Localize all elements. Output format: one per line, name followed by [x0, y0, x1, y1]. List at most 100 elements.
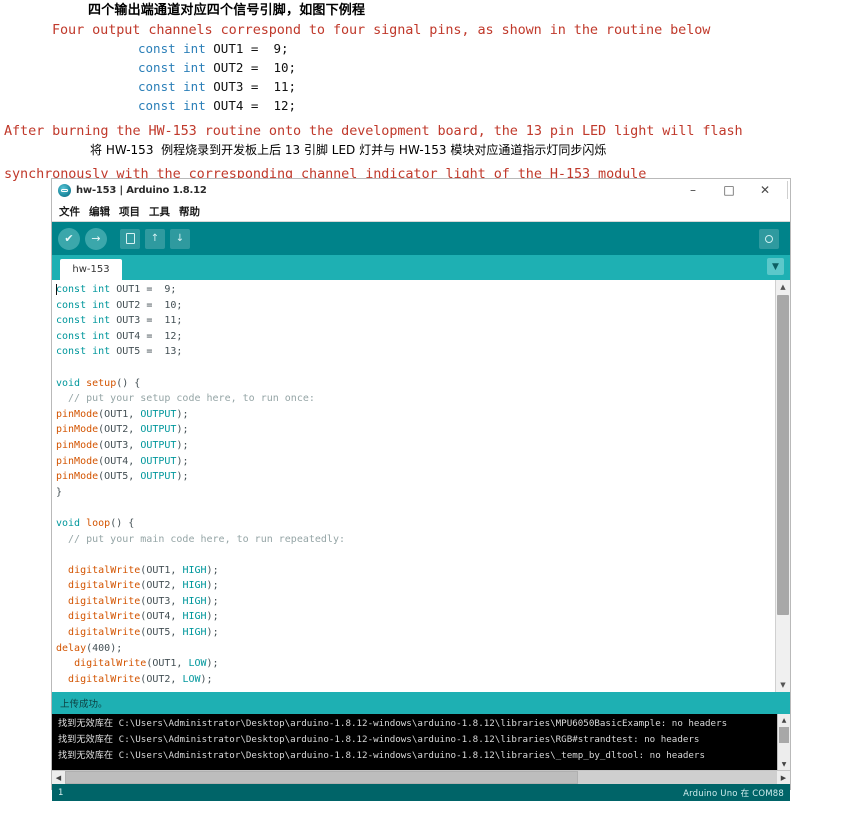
window-controls: – □ ✕ [675, 180, 788, 200]
arduino-ide-window: hw-153 | Arduino 1.8.12 – □ ✕ 文件 编辑 项目 工… [51, 178, 791, 801]
console-scroll-thumb[interactable] [779, 727, 789, 743]
scroll-down-button[interactable]: ▼ [776, 678, 790, 692]
code-token: (OUT1, [146, 658, 189, 670]
code-token: pinMode [56, 408, 99, 420]
doc-code-eq-4: = [250, 98, 259, 113]
code-token: ); [206, 658, 219, 670]
code-line: const int OUT2 = 10; [56, 298, 790, 314]
code-token: (OUT2, [140, 580, 183, 592]
code-token: digitalWrite [68, 564, 141, 576]
code-token: ); [206, 627, 219, 639]
menu-item-help[interactable]: 帮助 [179, 204, 200, 219]
code-token: digitalWrite [68, 627, 141, 639]
editor-vertical-scrollbar[interactable]: ▲ ▼ [775, 280, 790, 692]
code-line: digitalWrite(OUT5, HIGH); [56, 625, 790, 641]
code-token: digitalWrite [74, 658, 147, 670]
code-token: const int [56, 284, 117, 295]
code-token: ); [206, 580, 219, 592]
statusbar-board-port: Arduino Uno 在 COM88 [683, 788, 784, 799]
statusbar: 1 Arduino Uno 在 COM88 [52, 784, 790, 801]
code-token: OUTPUT [140, 471, 177, 483]
console-output[interactable]: 找到无效库在 C:\Users\Administrator\Desktop\ar… [52, 714, 790, 770]
code-token: void [56, 517, 87, 529]
editor-scroll-thumb[interactable] [777, 295, 789, 615]
code-token: (OUT1, [98, 408, 141, 420]
doc-code-name-4: OUT4 [213, 98, 244, 113]
code-token: setup [86, 377, 117, 389]
code-token: (OUT3, [140, 595, 183, 607]
code-token: const int [56, 330, 117, 342]
code-token: delay [56, 642, 87, 654]
hscroll-track[interactable] [65, 771, 777, 784]
upload-button[interactable]: → [85, 227, 107, 250]
doc-code-decl-2: const int [138, 60, 206, 75]
code-token: // put your setup code here, to run once… [56, 393, 315, 405]
code-token: () { [110, 517, 135, 529]
code-token: ); [176, 471, 189, 483]
console-line-path-2: C:\Users\Administrator\Desktop\arduino-1… [118, 734, 700, 745]
code-line: const int OUT1 = 9; [56, 282, 790, 298]
new-sketch-button[interactable] [120, 228, 140, 249]
doc-code-value-3: 11; [273, 79, 297, 94]
console-scroll-down-button[interactable]: ▼ [778, 758, 790, 770]
close-button[interactable]: ✕ [747, 180, 783, 200]
scroll-up-button[interactable]: ▲ [776, 280, 790, 294]
console-line: 找到无效库在 C:\Users\Administrator\Desktop\ar… [58, 748, 790, 764]
code-line: digitalWrite(OUT1, HIGH); [56, 563, 790, 579]
verify-button[interactable]: ✔ [58, 227, 80, 250]
code-editor-content[interactable]: const int OUT1 = 9; const int OUT2 = 10; c… [52, 280, 790, 687]
console-scroll-up-button[interactable]: ▲ [778, 714, 790, 726]
code-line: const int OUT4 = 12; [56, 329, 790, 345]
code-token: ); [176, 424, 189, 436]
hscroll-right-button[interactable]: ▶ [777, 771, 790, 784]
menu-item-edit[interactable]: 编辑 [89, 204, 110, 219]
code-token: OUTPUT [140, 408, 177, 420]
console-vertical-scrollbar[interactable]: ▲ ▼ [777, 714, 790, 770]
code-token: const int [56, 299, 117, 311]
code-token: OUT3 = 11; [116, 315, 183, 327]
code-token: (OUT5, [98, 471, 141, 483]
code-token: OUT2 = 10; [116, 299, 183, 311]
code-line: void setup() { [56, 376, 790, 392]
code-token: () { [116, 377, 141, 389]
code-line: // put your main code here, to run repea… [56, 532, 790, 548]
maximize-button[interactable]: □ [711, 180, 747, 200]
doc-heading-english: Four output channels correspond to four … [52, 22, 711, 38]
status-message: 上传成功。 [52, 692, 790, 714]
new-file-icon [125, 233, 135, 244]
hscroll-left-button[interactable]: ◀ [52, 771, 65, 784]
code-editor[interactable]: const int OUT1 = 9; const int OUT2 = 10; c… [52, 280, 790, 692]
code-token: digitalWrite [68, 595, 141, 607]
minimize-button[interactable]: – [675, 180, 711, 200]
open-sketch-button[interactable]: ↑ [145, 228, 165, 249]
titlebar-divider [787, 181, 788, 199]
doc-code-value-1: 9; [273, 41, 289, 56]
magnifier-icon [765, 234, 773, 243]
code-token: ); [206, 564, 219, 576]
code-line: } [56, 485, 790, 501]
doc-heading-chinese: 四个输出端通道对应四个信号引脚，如图下例程 [88, 3, 366, 18]
doc-paragraph-chinese-1: 将 HW-153 例程烧录到开发板上后 13 引脚 LED 灯并与 HW-153… [90, 143, 607, 157]
serial-monitor-button[interactable] [759, 228, 779, 249]
code-line: digitalWrite(OUT2, LOW); [56, 672, 790, 688]
code-line: const int OUT5 = 13; [56, 344, 790, 360]
code-token: HIGH [182, 564, 207, 576]
save-sketch-button[interactable]: ↓ [170, 228, 190, 249]
menu-item-sketch[interactable]: 项目 [119, 204, 140, 219]
menu-item-tools[interactable]: 工具 [149, 204, 170, 219]
code-line: digitalWrite(OUT2, HIGH); [56, 578, 790, 594]
tab-menu-button[interactable]: ▼ [767, 258, 784, 275]
sketch-tab-hw-153[interactable]: hw-153 [60, 259, 122, 280]
hscroll-thumb[interactable] [65, 771, 578, 784]
code-token: ); [176, 455, 189, 467]
doc-code-name-2: OUT2 [213, 60, 244, 75]
code-token: } [56, 486, 63, 498]
statusbar-line-number: 1 [58, 787, 64, 798]
console-horizontal-scrollbar[interactable]: ◀ ▶ [52, 770, 790, 784]
menu-item-file[interactable]: 文件 [59, 204, 80, 219]
window-title: hw-153 | Arduino 1.8.12 [76, 184, 207, 196]
